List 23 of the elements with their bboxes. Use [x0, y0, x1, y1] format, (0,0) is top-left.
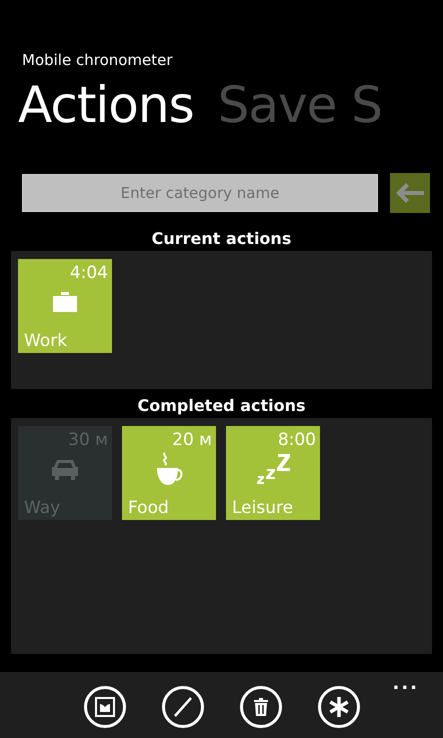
left-arrow-icon [395, 182, 425, 204]
action-tile[interactable]: 8:00 Leisure [226, 426, 320, 520]
more-button[interactable]: ... [392, 670, 419, 697]
pen-icon[interactable] [162, 686, 204, 728]
tile-label: Work [23, 330, 68, 353]
tile-label: Leisure [231, 497, 294, 520]
asterisk-icon[interactable] [318, 686, 360, 728]
tile-time: 8:00 [278, 429, 316, 452]
sleep-icon [255, 452, 291, 486]
section-title: Completed actions [137, 395, 306, 417]
category-name-field[interactable]: Enter category name [22, 174, 378, 212]
action-tile[interactable]: 20 м Food [122, 426, 216, 520]
trash-icon[interactable] [240, 686, 282, 728]
image-icon[interactable] [84, 686, 126, 728]
action-tile[interactable]: 4:04 Work [18, 259, 112, 353]
tile-time: 4:04 [70, 262, 108, 285]
briefcase-icon [51, 290, 79, 314]
tile-time: 20 м [172, 429, 212, 452]
tile-label: Food [127, 497, 170, 520]
pivot-header[interactable]: Actions [18, 75, 194, 135]
pivot-header[interactable]: Save S [218, 75, 382, 135]
app-title: Mobile chronometer [22, 51, 173, 69]
section-title: Current actions [152, 228, 292, 250]
